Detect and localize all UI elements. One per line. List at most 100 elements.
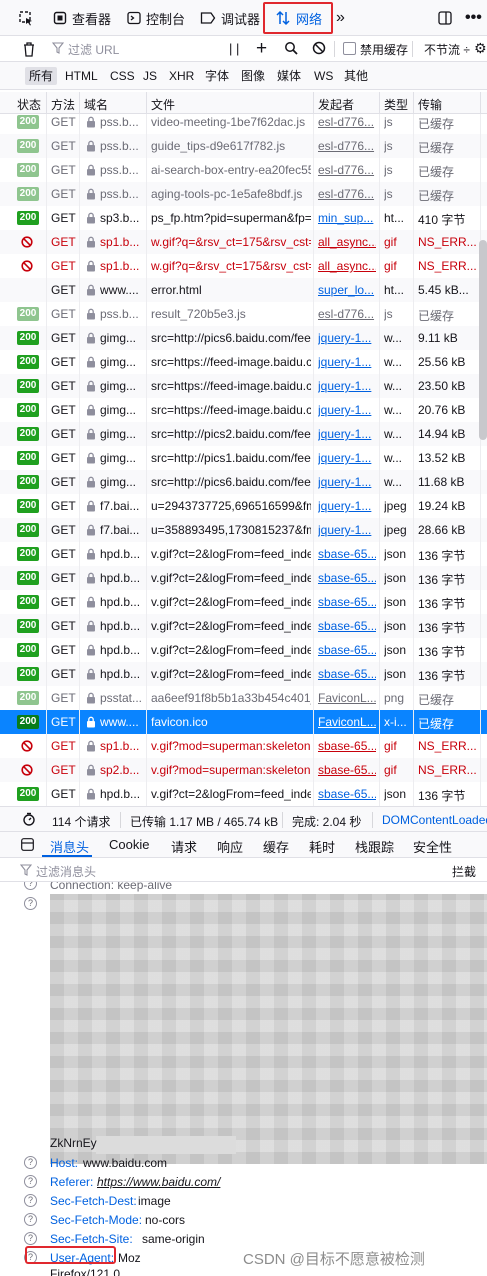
type-filter-xhr[interactable]: XHR: [165, 67, 198, 85]
request-initiator[interactable]: sbase-65...: [318, 787, 376, 801]
column-domain[interactable]: 域名: [84, 96, 108, 113]
request-initiator[interactable]: sbase-65...: [318, 571, 376, 585]
more-tabs-icon[interactable]: »: [336, 6, 345, 30]
request-initiator[interactable]: sbase-65...: [318, 595, 376, 609]
request-row[interactable]: 200 GET psstat... aa6eef91f8b5b1a33b454c401…: [0, 686, 487, 710]
request-row[interactable]: 200 GET pss.b... guide_tips-d9e617f782.js es…: [0, 134, 487, 158]
request-row[interactable]: GET sp1.b... v.gif?mod=superman:skeleton sb…: [0, 734, 487, 758]
request-row[interactable]: 200 GET hpd.b... v.gif?ct=2&logFrom=feed_in…: [0, 782, 487, 806]
tab-inspector[interactable]: 查看器: [53, 6, 111, 30]
request-row[interactable]: 200 GET gimg... src=http://pics1.baidu.com/…: [0, 446, 487, 470]
request-initiator[interactable]: sbase-65...: [318, 643, 376, 657]
type-filter-all[interactable]: 所有: [25, 67, 58, 85]
request-row[interactable]: 200 GET pss.b... ai-search-box-entry-ea20fe…: [0, 158, 487, 182]
type-filter-media[interactable]: 媒体: [273, 67, 305, 85]
request-initiator[interactable]: jquery-1...: [318, 451, 376, 465]
block-icon[interactable]: [312, 41, 326, 55]
request-row[interactable]: 200 GET gimg... src=http://pics6.baidu.com/…: [0, 326, 487, 350]
request-initiator[interactable]: esl-d776...: [318, 139, 376, 153]
type-filter-js[interactable]: JS: [139, 67, 161, 85]
tab-stack-trace[interactable]: 栈跟踪: [355, 837, 394, 856]
request-initiator[interactable]: super_lo...: [318, 283, 376, 297]
request-row[interactable]: 200 GET hpd.b... v.gif?ct=2&logFrom=feed_in…: [0, 614, 487, 638]
request-row[interactable]: 200 GET pss.b... aging-tools-pc-1e5afe8bdf.…: [0, 182, 487, 206]
help-icon[interactable]: ?: [24, 882, 37, 890]
tab-cache[interactable]: 缓存: [263, 837, 289, 856]
request-row[interactable]: GET www.... error.html super_lo... ht... 5.45…: [0, 278, 487, 302]
request-initiator[interactable]: jquery-1...: [318, 355, 376, 369]
disable-cache-checkbox[interactable]: [343, 42, 356, 55]
request-row[interactable]: 200 GET hpd.b... v.gif?ct=2&logFrom=feed_in…: [0, 638, 487, 662]
tab-response[interactable]: 响应: [217, 837, 243, 856]
request-initiator[interactable]: esl-d776...: [318, 163, 376, 177]
request-row[interactable]: 200 GET hpd.b... v.gif?ct=2&logFrom=feed_in…: [0, 566, 487, 590]
column-method[interactable]: 方法: [51, 96, 75, 113]
tab-request[interactable]: 请求: [171, 837, 197, 856]
column-file[interactable]: 文件: [151, 96, 175, 113]
filter-headers-input[interactable]: 过滤消息头: [36, 863, 96, 880]
request-initiator[interactable]: all_async...: [318, 235, 376, 249]
request-initiator[interactable]: jquery-1...: [318, 475, 376, 489]
toggle-panel-icon[interactable]: [21, 838, 34, 851]
element-picker-button[interactable]: [18, 6, 34, 30]
type-filter-other[interactable]: 其他: [340, 67, 372, 85]
header-value-referer[interactable]: https://www.baidu.com/: [97, 1175, 220, 1189]
help-icon[interactable]: ?: [24, 1232, 37, 1245]
type-filter-css[interactable]: CSS: [106, 67, 139, 85]
scrollbar[interactable]: [479, 240, 487, 440]
column-type[interactable]: 类型: [384, 96, 408, 113]
type-filter-html[interactable]: HTML: [61, 67, 102, 85]
column-status[interactable]: 状态: [17, 96, 41, 113]
request-initiator[interactable]: jquery-1...: [318, 499, 376, 513]
request-row[interactable]: GET sp1.b... w.gif?q=&rsv_ct=175&rsv_cst= a…: [0, 254, 487, 278]
request-initiator[interactable]: FaviconL...: [318, 715, 376, 729]
dock-icon[interactable]: [438, 6, 452, 30]
request-initiator[interactable]: jquery-1...: [318, 427, 376, 441]
request-row[interactable]: GET sp1.b... w.gif?q=&rsv_ct=175&rsv_cst= a…: [0, 230, 487, 254]
pause-icon[interactable]: | |: [229, 41, 239, 56]
request-row[interactable]: 200 GET hpd.b... v.gif?ct=2&logFrom=feed_in…: [0, 542, 487, 566]
request-initiator[interactable]: sbase-65...: [318, 763, 376, 777]
raw-toggle[interactable]: 拦截: [452, 863, 476, 880]
tab-headers[interactable]: 消息头: [50, 837, 89, 856]
menu-icon[interactable]: •••: [465, 6, 482, 30]
request-row[interactable]: 200 GET gimg... src=http://pics6.baidu.com/…: [0, 470, 487, 494]
request-row[interactable]: 200 GET gimg... src=http://pics2.baidu.com/…: [0, 422, 487, 446]
request-initiator[interactable]: FaviconL...: [318, 691, 376, 705]
request-initiator[interactable]: min_sup...: [318, 211, 376, 225]
help-icon[interactable]: ?: [24, 1156, 37, 1169]
request-initiator[interactable]: sbase-65...: [318, 667, 376, 681]
type-filter-fonts[interactable]: 字体: [201, 67, 233, 85]
request-row[interactable]: 200 GET hpd.b... v.gif?ct=2&logFrom=feed_in…: [0, 590, 487, 614]
tab-console[interactable]: 控制台: [127, 6, 185, 30]
request-row[interactable]: 200 GET sp3.b... ps_fp.htm?pid=superman&fp=…: [0, 206, 487, 230]
request-initiator[interactable]: esl-d776...: [318, 187, 376, 201]
help-icon[interactable]: ?: [24, 897, 37, 910]
tab-cookies[interactable]: Cookie: [109, 837, 149, 852]
request-initiator[interactable]: jquery-1...: [318, 331, 376, 345]
request-row[interactable]: GET sp2.b... v.gif?mod=superman:skeleton sb…: [0, 758, 487, 782]
type-filter-ws[interactable]: WS: [310, 67, 337, 85]
type-filter-images[interactable]: 图像: [237, 67, 269, 85]
help-icon[interactable]: ?: [24, 1194, 37, 1207]
request-row[interactable]: 200 GET gimg... src=https://feed-image.baid…: [0, 350, 487, 374]
tab-debugger[interactable]: 调试器: [200, 6, 260, 30]
request-initiator[interactable]: sbase-65...: [318, 619, 376, 633]
request-row[interactable]: 200 GET www.... favicon.ico FaviconL... x-i..…: [0, 710, 487, 734]
tab-security[interactable]: 安全性: [413, 837, 452, 856]
trash-icon[interactable]: [22, 41, 36, 57]
add-icon[interactable]: +: [256, 38, 267, 60]
settings-icon[interactable]: ⚙: [474, 40, 487, 57]
request-initiator[interactable]: jquery-1...: [318, 523, 376, 537]
column-transferred[interactable]: 传输: [418, 96, 442, 113]
request-initiator[interactable]: esl-d776...: [318, 115, 376, 129]
throttle-select[interactable]: 不节流 ÷: [424, 41, 470, 58]
request-row[interactable]: 200 GET hpd.b... v.gif?ct=2&logFrom=feed_in…: [0, 662, 487, 686]
request-row[interactable]: 200 GET f7.bai... u=358893495,1730815237&fm…: [0, 518, 487, 542]
request-initiator[interactable]: all_async...: [318, 259, 376, 273]
request-row[interactable]: 200 GET gimg... src=https://feed-image.baid…: [0, 374, 487, 398]
request-initiator[interactable]: sbase-65...: [318, 739, 376, 753]
tab-timings[interactable]: 耗时: [309, 837, 335, 856]
help-icon[interactable]: ?: [24, 1175, 37, 1188]
request-row[interactable]: 200 GET pss.b... result_720b5e3.js esl-d776.…: [0, 302, 487, 326]
